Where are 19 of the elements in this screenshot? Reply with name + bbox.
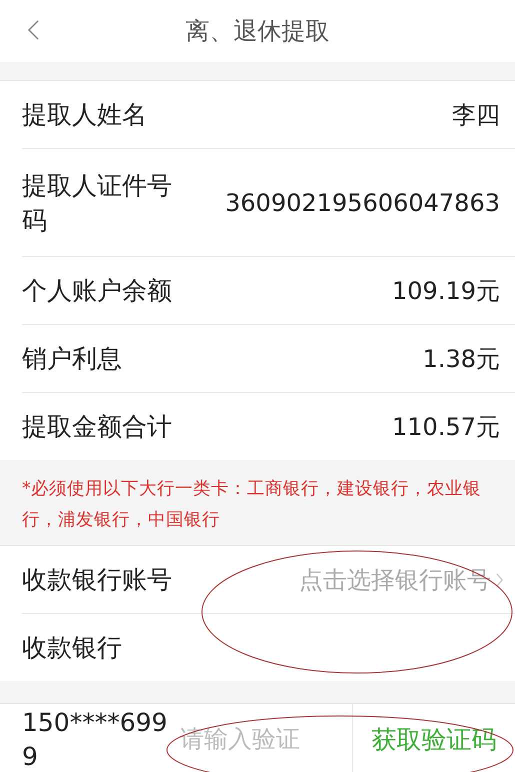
- field-label: 提取人姓名: [22, 99, 148, 131]
- field-label: 提取人证件号码: [22, 170, 173, 236]
- field-label: 销户利息: [22, 343, 123, 375]
- field-label: 提取金额合计: [22, 411, 173, 443]
- field-label: 个人账户余额: [22, 275, 173, 307]
- notice-text: *必须使用以下大行一类卡：工商银行，建设银行，农业银行，浦发银行，中国银行: [22, 478, 482, 532]
- page-title: 离、退休提取: [186, 16, 330, 47]
- back-icon[interactable]: [27, 19, 40, 41]
- field-value: 110.57元: [392, 412, 500, 442]
- field-value: 109.19元: [392, 276, 500, 306]
- phone-number: 150****6999: [22, 707, 168, 772]
- bank-account-select[interactable]: 点击选择银行账号: [299, 564, 504, 596]
- chevron-icon: [495, 572, 504, 588]
- code-input[interactable]: 请输入验证: [172, 704, 352, 772]
- field-label: 收款银行: [22, 632, 123, 664]
- field-value: 360902195606047863: [225, 188, 500, 216]
- field-value: 李四: [452, 100, 500, 130]
- field-value: 1.38元: [422, 344, 500, 374]
- field-label: 收款银行账号: [22, 564, 173, 596]
